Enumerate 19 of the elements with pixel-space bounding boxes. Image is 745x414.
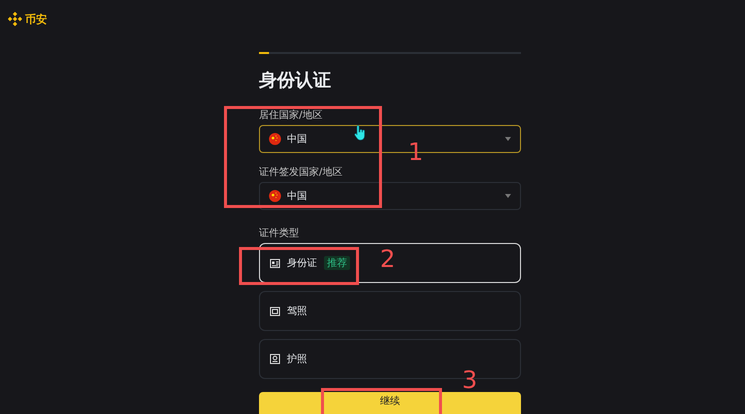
brand-name: 币安: [25, 12, 47, 26]
field-label: 证件类型: [259, 228, 299, 240]
document-option[interactable]: 驾照: [259, 291, 521, 331]
field-label: 证件签发国家/地区: [259, 167, 342, 179]
country-select[interactable]: 中国: [259, 182, 521, 210]
field-label: 居住国家/地区: [259, 110, 322, 122]
annotation-number: 2: [380, 245, 396, 273]
hand-cursor-icon: [354, 125, 366, 141]
id-card-icon: [270, 258, 280, 268]
flag-icon: [269, 190, 281, 202]
caret-icon: [505, 137, 511, 141]
continue-button[interactable]: 继续: [259, 392, 521, 414]
recommended-badge: 推荐: [324, 256, 350, 270]
logo-icon: [8, 12, 22, 26]
license-icon: [270, 306, 280, 316]
caret-icon: [505, 194, 511, 198]
page-title: 身份认证: [259, 69, 332, 92]
passport-icon: [270, 354, 280, 364]
flag-icon: [269, 133, 281, 145]
